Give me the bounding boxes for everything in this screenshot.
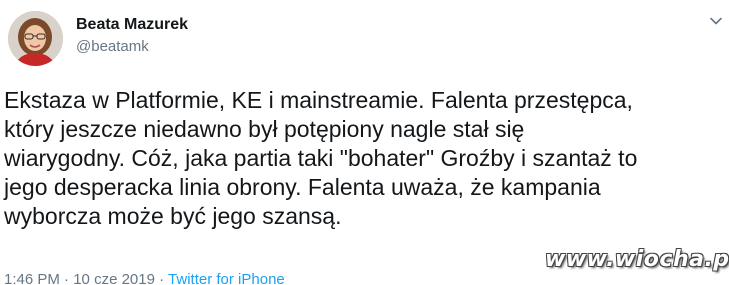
meta-separator: · — [64, 271, 70, 285]
meta-separator: · — [159, 271, 165, 285]
tweet-text-line: Ekstaza w Platformie, KE i mainstreamie.… — [4, 87, 633, 113]
author-name[interactable]: Beata Mazurek — [76, 15, 188, 35]
tweet-text-line: który jeszcze niedawno był potępiony nag… — [4, 116, 525, 142]
tweet-meta: 1:46 PM · 10 cze 2019 · Twitter for iPho… — [4, 270, 285, 285]
tweet-card: Beata Mazurek @beatamk Ekstaza w Platfor… — [0, 0, 729, 285]
author-handle[interactable]: @beatamk — [76, 37, 149, 57]
tweet-text-line: jego desperacka linia obrony. Falenta uw… — [4, 174, 601, 200]
avatar-image — [8, 11, 63, 66]
watermark: www.wiocha.pl — [545, 247, 729, 272]
tweet-source-link[interactable]: Twitter for iPhone — [168, 271, 285, 285]
avatar[interactable] — [8, 11, 63, 66]
chevron-down-icon[interactable] — [708, 13, 724, 29]
tweet-text-line: wiarygodny. Cóż, jaka partia taki "bohat… — [4, 145, 638, 171]
tweet-time[interactable]: 1:46 PM — [4, 271, 60, 285]
tweet-date[interactable]: 10 cze 2019 — [73, 271, 155, 285]
tweet-text: Ekstaza w Platformie, KE i mainstreamie.… — [4, 86, 719, 231]
tweet-text-line: wyborcza może być jego szansą. — [4, 203, 342, 229]
